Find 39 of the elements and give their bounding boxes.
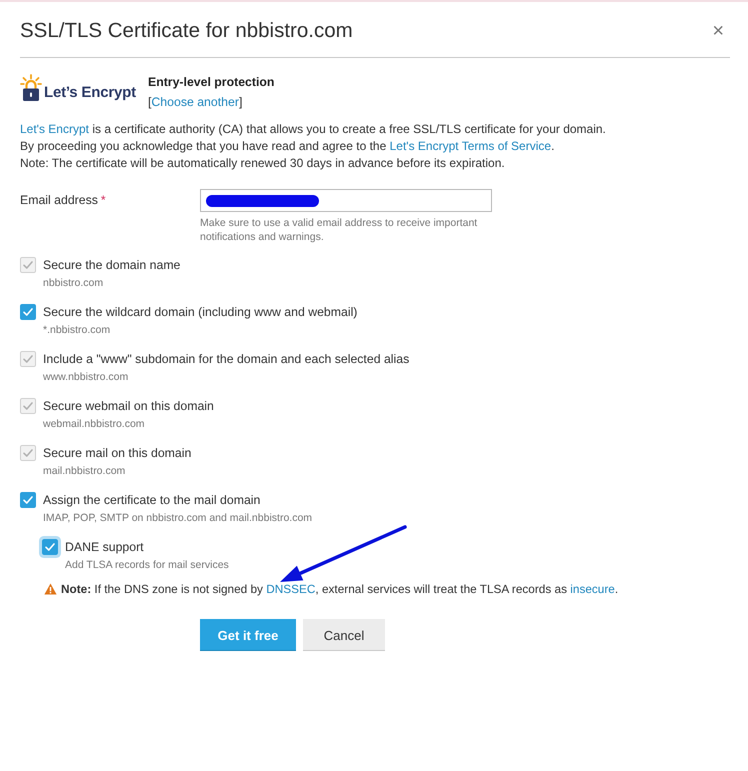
option-label: Secure webmail on this domain <box>43 398 214 415</box>
email-field[interactable] <box>200 189 492 212</box>
option-label: DANE support <box>65 539 144 556</box>
option-label: Secure the domain name <box>43 257 180 274</box>
required-mark: * <box>100 193 106 207</box>
option-hint: nbbistro.com <box>43 276 104 290</box>
option-label: Secure the wildcard domain (including www and webmail) <box>43 304 358 321</box>
padlock-icon <box>20 74 42 102</box>
option-hint: Add TLSA records for mail services <box>65 558 229 572</box>
note-text: Note: If the DNS zone is not signed by DNSSEC, external services will treat the TLSA records as insecure. <box>61 581 618 598</box>
option-hint: IMAP, POP, SMTP on nbbistro.com and mail.nbbistro.com <box>43 511 312 525</box>
option-label: Include a "www" subdomain for the domain and each selected alias <box>43 351 410 368</box>
description-text: By proceeding you acknowledge that you have read and agree to the Let's Encrypt Terms of Service. <box>20 138 554 155</box>
description-text: Note: The certificate will be automatically renewed 30 days in advance before its expiration. <box>20 155 505 172</box>
text-link[interactable]: Let's Encrypt Terms of Service <box>390 139 552 153</box>
description-text: Let's Encrypt is a certificate authority (CA) that allows you to create a free SSL/TLS certificate for your domain. <box>20 121 606 138</box>
option-label: Secure mail on this domain <box>43 445 192 462</box>
choose-another-text: [Choose another] <box>148 94 242 111</box>
cancel-button[interactable]: Cancel <box>303 619 385 651</box>
text-link[interactable]: DNSSEC <box>266 582 316 596</box>
logo-text: Let’s Encrypt <box>44 84 136 100</box>
option-hint: www.nbbistro.com <box>43 370 128 384</box>
field-hint: Make sure to use a valid email address to receive important notifications and warnings. <box>200 216 478 244</box>
text-link[interactable]: Choose another <box>151 95 239 109</box>
dialog-title: SSL/TLS Certificate for nbbistro.com <box>20 18 353 44</box>
protection-level: Entry-level protection <box>148 74 274 91</box>
text-link[interactable]: Let's Encrypt <box>20 122 89 136</box>
checkbox[interactable] <box>20 492 36 508</box>
warning-icon <box>44 583 57 595</box>
option-hint: mail.nbbistro.com <box>43 464 126 478</box>
checkbox[interactable] <box>20 304 36 320</box>
field-label: Email address <box>20 193 98 207</box>
option-label: Assign the certificate to the mail domain <box>43 492 260 509</box>
option-hint: *.nbbistro.com <box>43 323 110 337</box>
option-hint: webmail.nbbistro.com <box>43 417 145 431</box>
checkbox[interactable] <box>42 539 58 555</box>
text-link[interactable]: insecure <box>570 582 615 596</box>
get-free-button[interactable]: Get it free <box>200 619 296 651</box>
close-button[interactable]: × <box>706 20 730 42</box>
